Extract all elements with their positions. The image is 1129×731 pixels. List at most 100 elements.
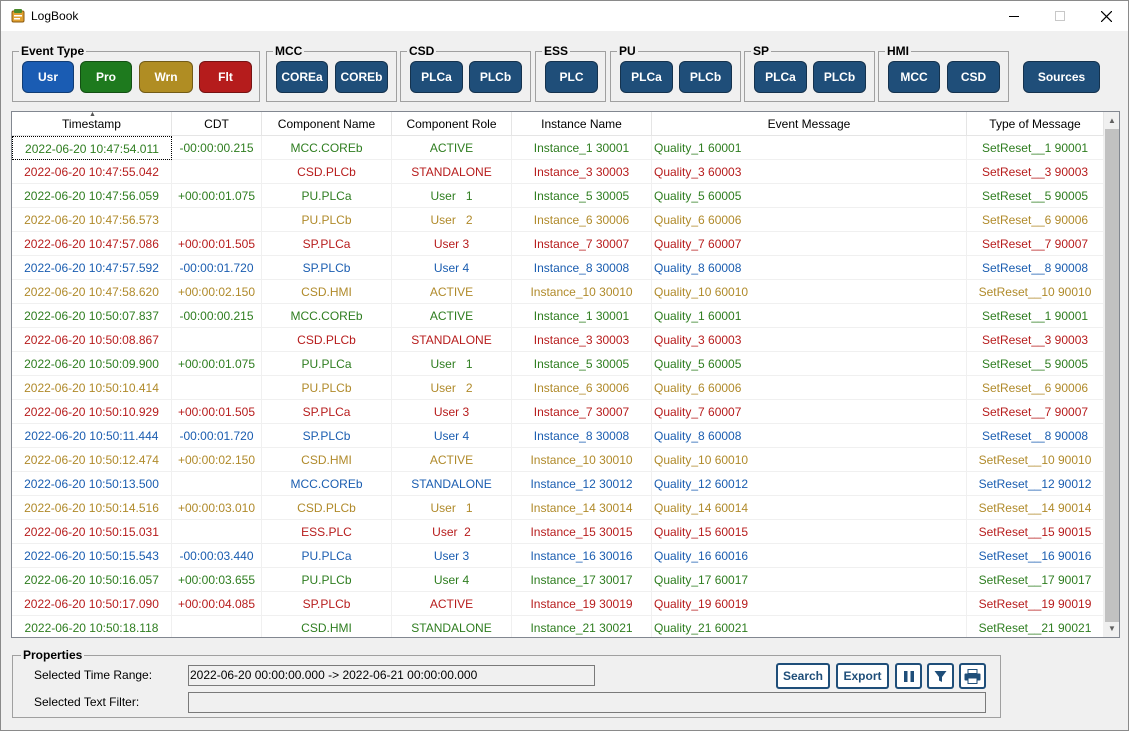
- table-row[interactable]: 2022-06-20 10:50:11.444 -00:00:01.720 SP.P…: [12, 424, 1104, 448]
- cell-timestamp: 2022-06-20 10:50:08.867: [12, 328, 172, 352]
- cell-instance-name: Instance_21 30021: [512, 616, 652, 637]
- cell-component-role: User 3: [392, 544, 512, 568]
- cell-component-role: ACTIVE: [392, 280, 512, 304]
- event-type-wrn-button[interactable]: Wrn: [139, 61, 193, 93]
- time-range-field[interactable]: 2022-06-20 00:00:00.000 -> 2022-06-21 00…: [188, 665, 595, 686]
- table-row[interactable]: 2022-06-20 10:47:56.573 PU.PLCb User 2 Inst…: [12, 208, 1104, 232]
- text-filter-field[interactable]: [188, 692, 986, 713]
- cell-instance-name: Instance_7 30007: [512, 400, 652, 424]
- table-row[interactable]: 2022-06-20 10:50:18.118 CSD.HMI STANDALONE…: [12, 616, 1104, 637]
- cell-component-role: ACTIVE: [392, 592, 512, 616]
- cell-event-message: Quality_15 60015: [652, 520, 967, 544]
- cell-event-message: Quality_3 60003: [652, 160, 967, 184]
- table-row[interactable]: 2022-06-20 10:50:07.837 -00:00:00.215 MCC.…: [12, 304, 1104, 328]
- cell-type-of-message: SetReset__17 90017: [967, 568, 1104, 592]
- table-row[interactable]: 2022-06-20 10:47:57.592 -00:00:01.720 SP.P…: [12, 256, 1104, 280]
- cell-component-role: User 2: [392, 376, 512, 400]
- column-header-event-message[interactable]: Event Message: [652, 112, 967, 136]
- table-header: Timestamp CDT Component Name Component Role…: [12, 112, 1104, 136]
- sources-button[interactable]: Sources: [1023, 61, 1100, 93]
- cell-instance-name: Instance_19 30019: [512, 592, 652, 616]
- close-icon: [1100, 10, 1112, 22]
- search-button[interactable]: Search: [776, 663, 830, 689]
- table-row[interactable]: 2022-06-20 10:47:56.059 +00:00:01.075 PU.P…: [12, 184, 1104, 208]
- column-header-instance-name[interactable]: Instance Name: [512, 112, 652, 136]
- cell-component-name: SP.PLCb: [262, 256, 392, 280]
- event-type-usr-button[interactable]: Usr: [22, 61, 74, 93]
- event-type-flt-button[interactable]: Flt: [199, 61, 252, 93]
- sp-plca-button[interactable]: PLCa: [754, 61, 807, 93]
- cell-component-role: User 4: [392, 568, 512, 592]
- table-row[interactable]: 2022-06-20 10:50:09.900 +00:00:01.075 PU.P…: [12, 352, 1104, 376]
- cell-type-of-message: SetReset__10 90010: [967, 448, 1104, 472]
- title-bar: LogBook: [1, 1, 1128, 31]
- minimize-icon: [1009, 16, 1019, 17]
- print-button[interactable]: [959, 663, 986, 689]
- cell-cdt: -00:00:01.720: [172, 424, 262, 448]
- close-button[interactable]: [1083, 1, 1129, 31]
- table-row[interactable]: 2022-06-20 10:47:55.042 CSD.PLCb STANDALON…: [12, 160, 1104, 184]
- cell-cdt: +00:00:01.505: [172, 232, 262, 256]
- group-label: MCC: [273, 44, 305, 58]
- cell-event-message: Quality_19 60019: [652, 592, 967, 616]
- cell-component-name: SP.PLCb: [262, 424, 392, 448]
- cell-type-of-message: SetReset__5 90005: [967, 184, 1104, 208]
- table-row[interactable]: 2022-06-20 10:50:08.867 CSD.PLCb STANDALON…: [12, 328, 1104, 352]
- pu-plca-button[interactable]: PLCa: [620, 61, 673, 93]
- maximize-button[interactable]: [1037, 1, 1083, 31]
- table-row[interactable]: 2022-06-20 10:50:17.090 +00:00:04.085 SP.P…: [12, 592, 1104, 616]
- cell-cdt: +00:00:03.010: [172, 496, 262, 520]
- table-row[interactable]: 2022-06-20 10:50:10.414 PU.PLCb User 2 Inst…: [12, 376, 1104, 400]
- cell-cdt: [172, 472, 262, 496]
- export-button[interactable]: Export: [836, 663, 889, 689]
- ess-plc-button[interactable]: PLC: [545, 61, 598, 93]
- cell-instance-name: Instance_10 30010: [512, 448, 652, 472]
- group-pu: PU PLCa PLCb: [610, 44, 741, 102]
- table-row[interactable]: 2022-06-20 10:47:57.086 +00:00:01.505 SP.P…: [12, 232, 1104, 256]
- table-row[interactable]: 2022-06-20 10:50:15.031 ESS.PLC User 2 Inst…: [12, 520, 1104, 544]
- pu-plcb-button[interactable]: PLCb: [679, 61, 732, 93]
- csd-plca-button[interactable]: PLCa: [410, 61, 463, 93]
- table-row[interactable]: 2022-06-20 10:50:15.543 -00:00:03.440 PU.P…: [12, 544, 1104, 568]
- log-table: Timestamp CDT Component Name Component Role…: [11, 111, 1120, 638]
- cell-instance-name: Instance_14 30014: [512, 496, 652, 520]
- group-csd: CSD PLCa PLCb: [400, 44, 531, 102]
- cell-cdt: [172, 328, 262, 352]
- column-header-cdt[interactable]: CDT: [172, 112, 262, 136]
- app-icon: [11, 9, 25, 23]
- table-row[interactable]: 2022-06-20 10:47:58.620 +00:00:02.150 CSD.…: [12, 280, 1104, 304]
- sp-plcb-button[interactable]: PLCb: [813, 61, 866, 93]
- group-mcc: MCC COREa COREb: [266, 44, 397, 102]
- column-header-component-role[interactable]: Component Role: [392, 112, 512, 136]
- table-row[interactable]: 2022-06-20 10:47:54.011 -00:00:00.215 MCC.…: [12, 136, 1104, 160]
- column-header-type-of-message[interactable]: Type of Message: [967, 112, 1104, 136]
- mcc-coreb-button[interactable]: COREb: [335, 61, 388, 93]
- table-row[interactable]: 2022-06-20 10:50:10.929 +00:00:01.505 SP.P…: [12, 400, 1104, 424]
- cell-cdt: +00:00:02.150: [172, 448, 262, 472]
- table-row[interactable]: 2022-06-20 10:50:16.057 +00:00:03.655 PU.P…: [12, 568, 1104, 592]
- table-row[interactable]: 2022-06-20 10:50:14.516 +00:00:03.010 CSD.…: [12, 496, 1104, 520]
- table-row[interactable]: 2022-06-20 10:50:12.474 +00:00:02.150 CSD.…: [12, 448, 1104, 472]
- pause-button[interactable]: [895, 663, 922, 689]
- scroll-down-icon[interactable]: ▼: [1104, 620, 1119, 637]
- csd-plcb-button[interactable]: PLCb: [469, 61, 522, 93]
- cell-timestamp: 2022-06-20 10:50:10.414: [12, 376, 172, 400]
- table-row[interactable]: 2022-06-20 10:50:13.500 MCC.COREb STANDALO…: [12, 472, 1104, 496]
- cell-component-role: User 1: [392, 184, 512, 208]
- hmi-csd-button[interactable]: CSD: [947, 61, 1000, 93]
- event-type-pro-button[interactable]: Pro: [80, 61, 132, 93]
- scrollbar-thumb[interactable]: [1105, 129, 1119, 622]
- hmi-mcc-button[interactable]: MCC: [888, 61, 940, 93]
- cell-cdt: -00:00:00.215: [172, 304, 262, 328]
- scroll-up-icon[interactable]: ▲: [1104, 112, 1119, 129]
- minimize-button[interactable]: [991, 1, 1037, 31]
- mcc-corea-button[interactable]: COREa: [276, 61, 328, 93]
- vertical-scrollbar[interactable]: ▲ ▼: [1104, 112, 1119, 637]
- cell-instance-name: Instance_15 30015: [512, 520, 652, 544]
- filter-button[interactable]: [927, 663, 954, 689]
- cell-event-message: Quality_8 60008: [652, 424, 967, 448]
- cell-component-role: STANDALONE: [392, 160, 512, 184]
- cell-timestamp: 2022-06-20 10:50:16.057: [12, 568, 172, 592]
- column-header-component-name[interactable]: Component Name: [262, 112, 392, 136]
- cell-timestamp: 2022-06-20 10:47:55.042: [12, 160, 172, 184]
